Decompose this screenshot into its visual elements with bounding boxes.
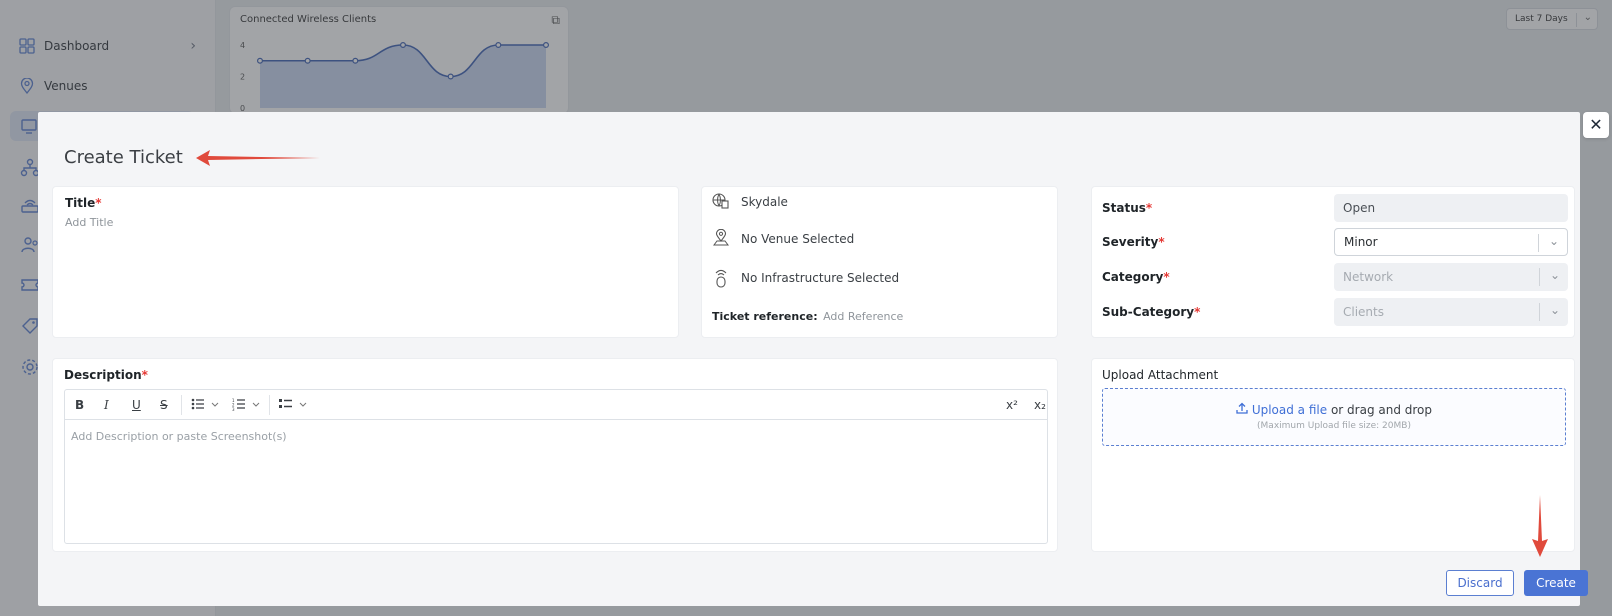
severity-select[interactable]: Minor ⌄ (1334, 228, 1568, 256)
upload-size-hint: (Maximum Upload file size: 20MB) (1257, 421, 1411, 431)
venue-value: No Venue Selected (741, 232, 855, 246)
close-modal-button[interactable]: ✕ (1583, 112, 1609, 138)
category-label: Category* (1102, 270, 1170, 284)
description-panel: Description* B I U S 123 x² x₂ Add Descr… (52, 358, 1058, 552)
infrastructure-row[interactable]: No Infrastructure Selected (712, 268, 899, 288)
description-label: Description* (64, 368, 148, 382)
upload-dropzone[interactable]: Upload a file or drag and drop (Maximum … (1102, 388, 1566, 446)
superscript-button[interactable]: x² (1006, 397, 1018, 413)
description-editor[interactable]: B I U S 123 x² x₂ Add Description or pas… (64, 389, 1048, 544)
globe-building-icon (712, 192, 732, 212)
organization-row[interactable]: Skydale (712, 192, 788, 212)
numbered-list-button[interactable]: 123 (232, 397, 262, 413)
description-placeholder: Add Description or paste Screenshot(s) (71, 430, 287, 443)
editor-toolbar: B I U S 123 x² x₂ (65, 390, 1047, 420)
venue-row[interactable]: No Venue Selected (712, 229, 854, 249)
chevron-down-icon: ⌄ (1548, 234, 1559, 248)
discard-button[interactable]: Discard (1446, 570, 1514, 596)
infrastructure-value: No Infrastructure Selected (741, 271, 900, 285)
ticket-meta-panel: Skydale No Venue Selected No Infrastruct… (701, 186, 1058, 338)
drag-drop-text: or drag and drop (1330, 403, 1433, 417)
toolbar-divider (181, 395, 182, 415)
upload-file-link[interactable]: Upload a file (1252, 403, 1327, 417)
numbered-list-icon: 123 (232, 398, 260, 412)
chevron-down-icon: ⌄ (1549, 303, 1560, 317)
title-input[interactable]: Add Title (65, 216, 113, 229)
toolbar-divider (269, 395, 270, 415)
italic-button[interactable]: I (104, 397, 109, 413)
sub-category-label: Sub-Category* (1102, 305, 1201, 319)
block-style-button[interactable] (279, 397, 309, 413)
ticket-reference-row: Ticket reference: Add Reference (712, 310, 903, 323)
dropzone-text: Upload a file or drag and drop (1103, 402, 1565, 417)
modal-title: Create Ticket (64, 147, 183, 168)
bold-button[interactable]: B (75, 397, 84, 413)
underline-button[interactable]: U (132, 397, 141, 413)
severity-label: Severity* (1102, 235, 1165, 249)
create-ticket-modal: Create Ticket Title* Add Title Skydale N… (38, 112, 1588, 606)
annotation-arrow-left (196, 150, 320, 166)
bulleted-list-button[interactable] (191, 397, 221, 413)
annotation-arrow-down (1532, 495, 1548, 557)
venue-pin-icon (712, 229, 732, 249)
title-label: Title* (65, 196, 102, 210)
status-field: Open (1334, 194, 1568, 222)
subscript-button[interactable]: x₂ (1034, 397, 1046, 413)
chevron-down-icon: ⌄ (1549, 268, 1560, 282)
sub-category-select[interactable]: Clients ⌄ (1334, 298, 1568, 326)
title-panel: Title* Add Title (52, 186, 679, 338)
bulleted-list-icon (191, 398, 219, 410)
category-select[interactable]: Network ⌄ (1334, 263, 1568, 291)
ticket-reference-label: Ticket reference: (712, 310, 818, 323)
ticket-reference-input[interactable]: Add Reference (823, 310, 903, 323)
status-label: Status* (1102, 201, 1153, 215)
status-panel: Status* Open Severity* Minor ⌄ Category* … (1091, 186, 1575, 338)
svg-text:3: 3 (232, 407, 235, 411)
list-style-icon (279, 399, 307, 408)
upload-label: Upload Attachment (1102, 368, 1219, 382)
organization-name: Skydale (741, 195, 788, 209)
create-button[interactable]: Create (1524, 570, 1588, 596)
upload-icon (1236, 402, 1252, 417)
access-point-icon (712, 268, 732, 288)
upload-panel: Upload Attachment Upload a file or drag … (1091, 358, 1575, 552)
strikethrough-button[interactable]: S (160, 397, 168, 413)
